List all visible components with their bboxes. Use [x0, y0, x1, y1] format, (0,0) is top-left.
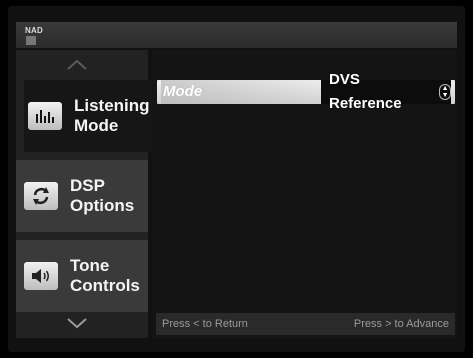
mode-select[interactable]: DVS Reference ▲ ▼ [321, 71, 451, 112]
sidebar-item-label: Listening Mode [74, 96, 150, 135]
sidebar-item-listening-mode[interactable]: Listening Mode [24, 80, 152, 152]
speaker-icon [24, 262, 58, 290]
brand-square-icon [26, 36, 36, 45]
advance-hint: Press > to Advance [353, 318, 449, 330]
scroll-up-icon[interactable] [66, 58, 88, 72]
sidebar-item-dsp-options[interactable]: DSP Options [16, 160, 148, 232]
mode-setting-row[interactable]: Mode DVS Reference ▲ ▼ [157, 71, 455, 112]
bar-graph-icon [28, 102, 62, 130]
sidebar-item-label: Tone Controls [70, 256, 140, 295]
mode-label: Mode [161, 80, 321, 104]
scroll-down-icon[interactable] [66, 316, 88, 330]
footer-hint-bar: Press < to Return Press > to Advance [156, 313, 455, 335]
return-hint: Press < to Return [162, 318, 248, 330]
refresh-icon [24, 182, 58, 210]
brand-logo: NAD [25, 26, 43, 35]
title-bar [16, 22, 457, 48]
sidebar-item-label: DSP Options [70, 176, 135, 215]
mode-value: DVS Reference [329, 71, 402, 112]
up-down-arrows-icon: ▲ ▼ [439, 84, 451, 100]
sidebar-item-tone-controls[interactable]: Tone Controls [16, 240, 148, 312]
